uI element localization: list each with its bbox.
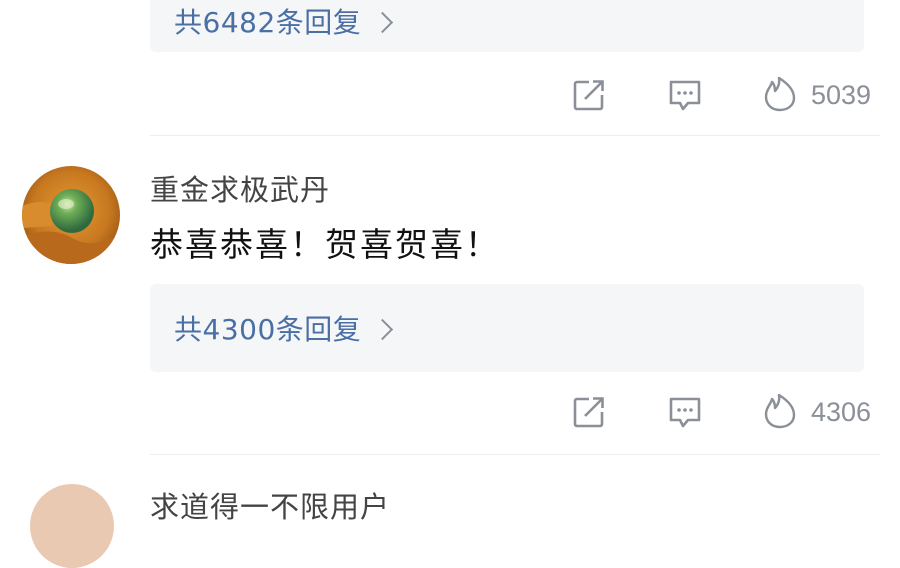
comment-button[interactable]	[666, 70, 704, 120]
avatar-image	[22, 166, 120, 264]
comment-icon	[669, 80, 701, 111]
view-replies-link[interactable]: 共6482条回复	[174, 1, 394, 41]
username[interactable]: 求道得一不限用户	[150, 484, 390, 526]
comment-text: 恭喜恭喜！贺喜贺喜！	[150, 225, 500, 264]
like-count: 5039	[811, 79, 872, 110]
comment-actions: 5039	[0, 70, 900, 120]
reply-summary-box[interactable]: 共4300条回复	[150, 284, 864, 372]
comment-button[interactable]	[666, 387, 704, 437]
reply-count-text: 共6482条回复	[174, 6, 362, 39]
divider	[150, 454, 880, 455]
reply-summary-box[interactable]: 共6482条回复	[150, 0, 864, 52]
divider	[150, 135, 880, 136]
share-button[interactable]	[571, 387, 607, 437]
reply-count-text: 共4300条回复	[174, 313, 362, 346]
chevron-right-icon	[372, 11, 394, 33]
comment-icon	[669, 397, 701, 428]
like-count: 4306	[811, 396, 872, 427]
share-icon	[573, 397, 604, 428]
avatar[interactable]	[22, 166, 120, 264]
comment-actions: 4306	[0, 387, 900, 437]
view-replies-link[interactable]: 共4300条回复	[174, 308, 394, 348]
chevron-right-icon	[372, 318, 394, 340]
like-flame-icon	[764, 76, 796, 112]
like-button[interactable]: 5039	[763, 70, 871, 120]
share-button[interactable]	[571, 70, 607, 120]
like-button[interactable]: 4306	[763, 387, 871, 437]
username[interactable]: 重金求极武丹	[150, 167, 330, 209]
like-flame-icon	[764, 393, 796, 429]
share-icon	[573, 80, 604, 111]
